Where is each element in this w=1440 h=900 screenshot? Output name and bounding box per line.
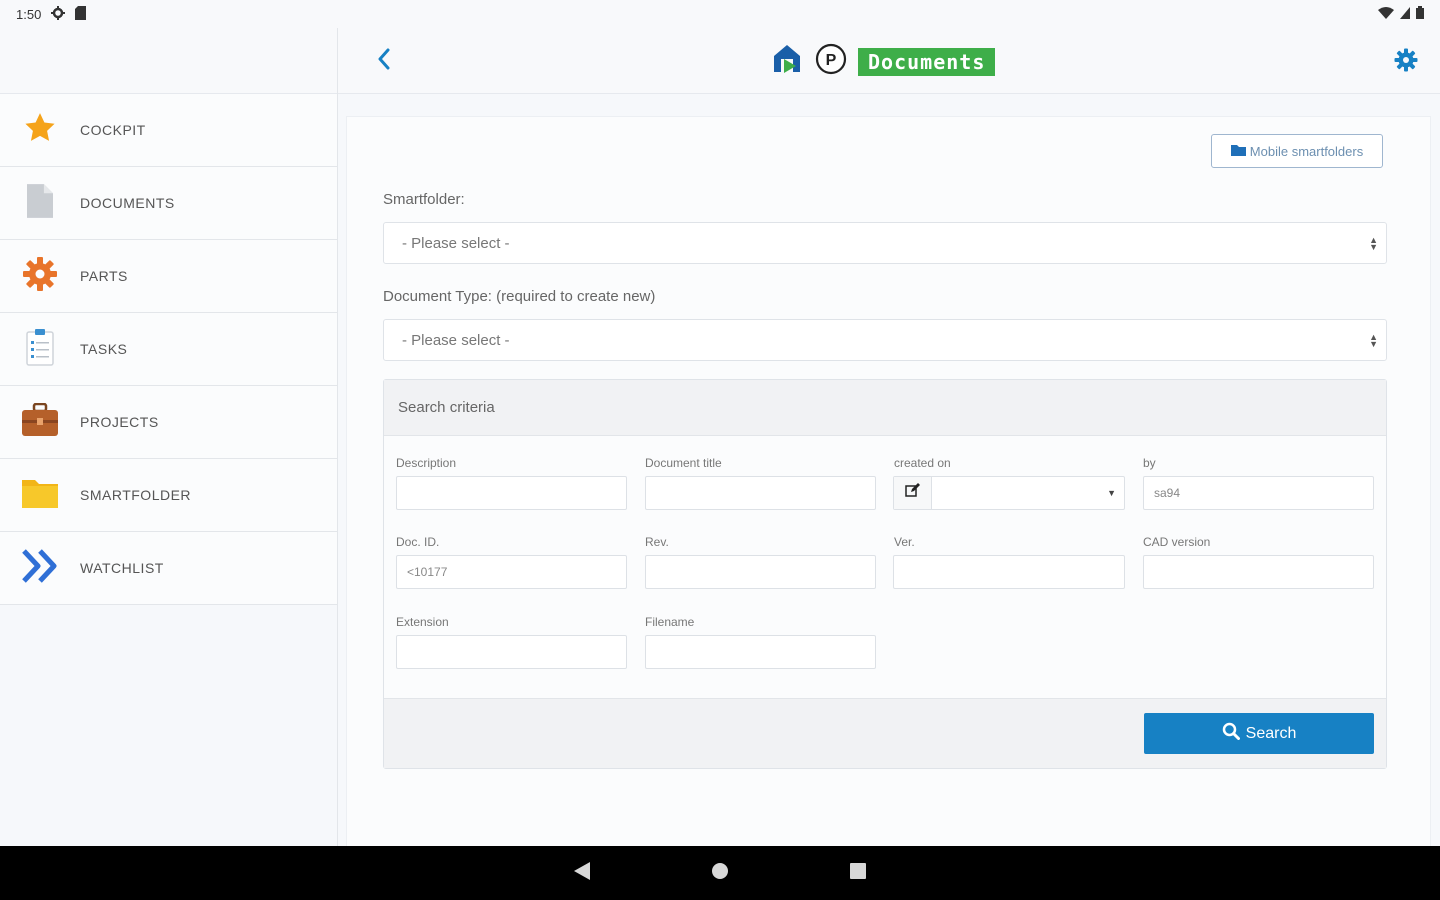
signal-icon — [1400, 6, 1410, 22]
description-label: Description — [396, 456, 457, 470]
extension-label: Extension — [396, 615, 449, 629]
document-type-select[interactable]: - Please select - ▲ ▼ — [383, 319, 1387, 361]
sidebar-item-label: TASKS — [80, 341, 128, 357]
caret-down-icon: ▼ — [1107, 488, 1116, 498]
select-arrows-icon: ▲ ▼ — [1369, 235, 1378, 252]
sidebar: COCKPIT DOCUMENTS PARTS TASKS PROJECTS S… — [0, 28, 338, 846]
wifi-icon — [1378, 6, 1394, 22]
sidebar-item-watchlist[interactable]: WATCHLIST — [0, 532, 337, 605]
doc-id-input[interactable] — [396, 555, 627, 589]
settings-button[interactable] — [1394, 48, 1418, 77]
document-type-label: Document Type: (required to create new) — [383, 288, 656, 305]
created-on-select[interactable]: ▼ — [932, 477, 1124, 509]
document-title-input[interactable] — [645, 476, 876, 510]
sidebar-item-parts[interactable]: PARTS — [0, 240, 337, 313]
main-panel: Mobile smartfolders Smartfolder: - Pleas… — [346, 116, 1431, 846]
sidebar-item-projects[interactable]: PROJECTS — [0, 386, 337, 459]
status-bar: 1:50 — [0, 0, 1440, 28]
cad-version-input[interactable] — [1143, 555, 1374, 589]
filename-label: Filename — [645, 615, 695, 629]
double-chevron-icon — [21, 548, 59, 589]
triangle-back-icon — [573, 861, 591, 886]
back-button[interactable] — [372, 46, 396, 76]
edit-date-button[interactable] — [894, 477, 932, 509]
briefcase-icon — [21, 402, 59, 442]
folder-icon — [1230, 144, 1246, 159]
circle-home-icon — [711, 862, 729, 885]
page-title: Documents — [858, 47, 996, 76]
sd-card-icon — [75, 5, 87, 23]
gear-icon — [22, 256, 58, 297]
mobile-smartfolders-label: Mobile smartfolders — [1249, 143, 1364, 159]
select-arrows-icon: ▲ ▼ — [1369, 332, 1378, 349]
document-type-select-value: - Please select - — [402, 331, 510, 349]
extension-input[interactable] — [396, 635, 627, 669]
mobile-smartfolders-button[interactable]: Mobile smartfolders — [1211, 134, 1383, 168]
ver-input[interactable] — [893, 555, 1125, 589]
clipboard-icon — [26, 328, 54, 371]
folder-icon — [21, 477, 59, 514]
rev-input[interactable] — [645, 555, 876, 589]
status-time: 1:50 — [16, 6, 42, 22]
nav-home-button[interactable] — [711, 862, 729, 885]
filename-input[interactable] — [645, 635, 876, 669]
svg-text:P: P — [826, 52, 837, 69]
star-icon — [23, 111, 57, 150]
search-criteria-footer: Search — [384, 698, 1386, 768]
rev-label: Rev. — [645, 535, 669, 549]
sidebar-item-label: SMARTFOLDER — [80, 487, 192, 503]
document-icon — [27, 183, 53, 223]
search-criteria-box: Search criteria Description Document tit… — [383, 379, 1387, 769]
smartfolder-label: Smartfolder: — [383, 191, 465, 208]
square-recents-icon — [849, 862, 867, 885]
edit-icon — [905, 483, 920, 503]
sidebar-item-cockpit[interactable]: COCKPIT — [0, 94, 337, 167]
navigation-bar — [0, 846, 1440, 900]
p-circle-icon: P — [814, 42, 848, 81]
ver-label: Ver. — [894, 535, 915, 549]
sidebar-item-label: DOCUMENTS — [80, 195, 175, 211]
sidebar-item-label: COCKPIT — [80, 122, 146, 138]
cad-version-label: CAD version — [1143, 535, 1211, 549]
nav-back-button[interactable] — [573, 861, 591, 886]
by-input[interactable] — [1143, 476, 1374, 510]
doc-id-label: Doc. ID. — [396, 535, 440, 549]
sidebar-item-documents[interactable]: DOCUMENTS — [0, 167, 337, 240]
description-input[interactable] — [396, 476, 627, 510]
created-on-field: ▼ — [893, 476, 1125, 510]
document-title-label: Document title — [645, 456, 722, 470]
sidebar-item-tasks[interactable]: TASKS — [0, 313, 337, 386]
app-logo-icon — [770, 42, 804, 81]
search-criteria-header: Search criteria — [384, 380, 1386, 436]
brand: P Documents — [770, 42, 996, 81]
created-on-label: created on — [894, 456, 951, 470]
gear-icon — [1394, 48, 1418, 76]
sidebar-item-label: WATCHLIST — [80, 560, 164, 576]
chevron-left-icon — [377, 48, 391, 75]
sidebar-item-smartfolder[interactable]: SMARTFOLDER — [0, 459, 337, 532]
sidebar-header — [0, 28, 337, 94]
top-bar: P Documents — [338, 28, 1440, 94]
search-icon — [1222, 722, 1240, 745]
settings-status-icon — [51, 5, 66, 23]
battery-icon — [1416, 6, 1424, 22]
smartfolder-select-value: - Please select - — [402, 234, 510, 252]
sidebar-item-label: PROJECTS — [80, 414, 159, 430]
by-label: by — [1143, 456, 1156, 470]
sidebar-item-label: PARTS — [80, 268, 128, 284]
search-button-label: Search — [1245, 724, 1297, 742]
smartfolder-select[interactable]: - Please select - ▲ ▼ — [383, 222, 1387, 264]
search-button[interactable]: Search — [1144, 713, 1374, 754]
nav-recents-button[interactable] — [849, 862, 867, 885]
